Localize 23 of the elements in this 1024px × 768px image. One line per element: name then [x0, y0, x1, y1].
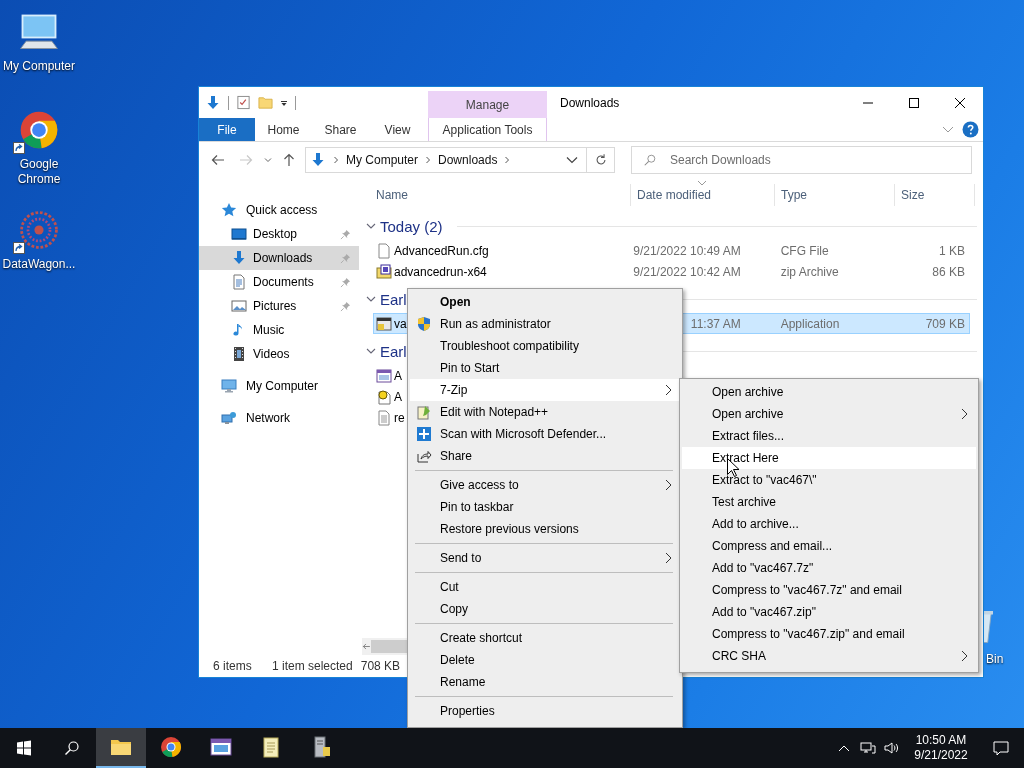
file-name: advancedrun-x64: [394, 264, 487, 279]
file-type: CFG File: [780, 243, 829, 258]
group-header: Earl: [380, 342, 407, 360]
group-header: Today (2): [380, 217, 443, 235]
file-size: 86 KB: [932, 264, 965, 279]
selection-count: 1 item selected: [272, 659, 353, 673]
date-modified: 9/21/2022 10:49 AM: [633, 243, 741, 258]
group-header: Earl: [380, 290, 407, 308]
file-name: AdvancedRun.cfg: [394, 243, 489, 258]
tab-group-label: Manage: [428, 91, 547, 118]
selection-size: 708 KB: [360, 659, 401, 673]
file-type: Application: [780, 316, 840, 331]
file-name: va: [394, 316, 407, 331]
file-size: 1 KB: [939, 243, 965, 258]
file-type: zip Archive: [780, 264, 839, 279]
file-name: A: [394, 389, 402, 404]
date-modified: 9/21/2022 10:42 AM: [633, 264, 741, 279]
window-title: Downloads: [559, 94, 620, 112]
file-size: 709 KB: [925, 316, 965, 331]
item-count: 6 items: [213, 659, 253, 673]
file-name: re: [394, 410, 405, 425]
file-name: A: [394, 368, 402, 383]
date-modified: 11:37 AM: [690, 316, 741, 331]
